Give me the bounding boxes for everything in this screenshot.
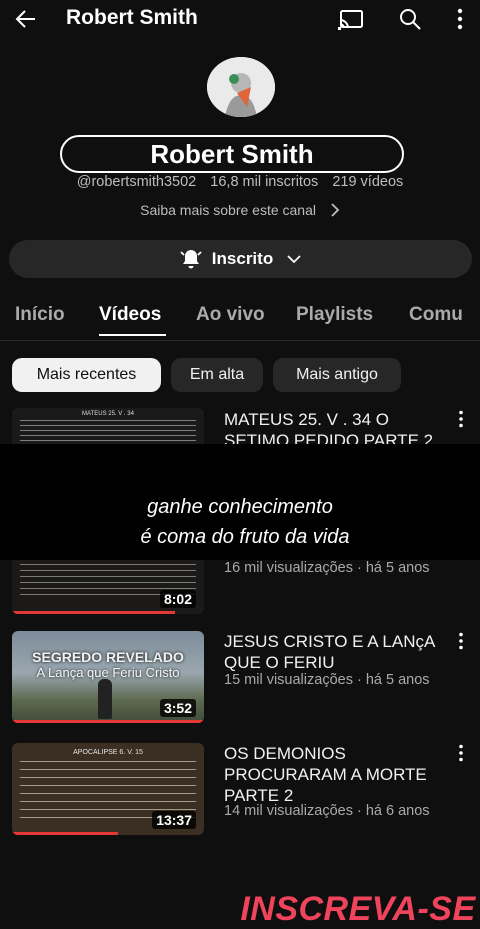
subscribe-overlay-banner: INSCREVA-SE ganhe conhecimento é coma do… [0, 444, 480, 928]
chip-mais-recentes[interactable]: Mais recentes [12, 358, 161, 392]
video-duration: 13:37 [152, 811, 196, 829]
video-meta: 14 mil visualizações · há 6 anos [224, 803, 430, 819]
subscribed-button[interactable]: Inscrito [9, 240, 472, 278]
video-thumbnail[interactable]: 8:02 [12, 556, 204, 614]
video-duration: 8:02 [159, 590, 196, 608]
chip-em-alta[interactable]: Em alta [171, 358, 263, 392]
search-icon[interactable] [396, 5, 424, 33]
video-menu-icon[interactable] [458, 744, 472, 764]
channel-tabs: Início Vídeos Ao vivo Playlists Comu [0, 300, 480, 340]
cast-icon[interactable] [337, 6, 365, 34]
video-meta: 16 mil visualizações · há 5 anos [224, 560, 430, 576]
video-menu-icon[interactable] [458, 410, 472, 430]
overlay-line-1: ganhe conhecimento [147, 496, 333, 518]
tabs-divider [0, 340, 480, 341]
watch-progress-bar [12, 832, 118, 835]
video-thumbnail[interactable]: APOCALIPSE 6. V. 15 13:37 [12, 743, 204, 835]
chip-mais-antigo[interactable]: Mais antigo [273, 358, 401, 392]
more-vert-icon[interactable] [446, 5, 474, 33]
thumbnail-caption: MATEUS 25. V . 34 [82, 411, 134, 417]
tab-comunidade[interactable]: Comu [409, 304, 463, 326]
video-item[interactable]: SEGREDO REVELADO A Lança que Feriu Crist… [0, 628, 480, 728]
thumbnail-caption: APOCALIPSE 6. V. 15 [73, 749, 143, 756]
tab-inicio[interactable]: Início [15, 304, 65, 326]
watch-progress-bar [12, 611, 176, 614]
about-channel-link[interactable]: Saiba mais sobre este canal [0, 202, 480, 220]
active-tab-indicator [99, 334, 166, 336]
thumbnail-caption: SEGREDO REVELADO [32, 649, 184, 665]
thumbnail-subcaption: A Lança que Feriu Cristo [36, 665, 180, 680]
subscribed-label: Inscrito [211, 249, 274, 268]
video-thumbnail[interactable]: MATEUS 25. V . 34 [12, 408, 204, 448]
chevron-down-icon [287, 254, 301, 264]
video-title[interactable]: OS DEMONIOS PROCURARAM A MORTE PARTE 2 [224, 743, 454, 806]
video-menu-icon[interactable] [458, 632, 472, 652]
subscriber-count: 16,8 mil inscritos [210, 174, 319, 190]
video-duration: 3:52 [159, 699, 196, 717]
page-title: Robert Smith [66, 6, 198, 29]
back-arrow-icon[interactable] [12, 5, 40, 33]
overlay-cta: INSCREVA-SE [240, 890, 476, 928]
video-thumbnail[interactable]: SEGREDO REVELADO A Lança que Feriu Crist… [12, 631, 204, 723]
about-channel-label: Saiba mais sobre este canal [140, 202, 316, 218]
video-item[interactable]: APOCALIPSE 6. V. 15 13:37 OS DEMONIOS PR… [0, 740, 480, 840]
channel-handle: @robertsmith3502 [76, 174, 197, 190]
video-meta: 15 mil visualizações · há 5 anos [224, 672, 430, 688]
chevron-right-icon [330, 203, 340, 220]
watch-progress-bar [12, 720, 204, 723]
overlay-line-2: é coma do fruto da vida [140, 526, 350, 548]
channel-name: Robert Smith [60, 135, 404, 173]
video-title[interactable]: JESUS CRISTO E A LANçA QUE O FERIU [224, 631, 454, 673]
top-bar: Robert Smith [0, 0, 480, 40]
tab-videos[interactable]: Vídeos [99, 304, 161, 326]
channel-meta: @robertsmith3502 16,8 mil inscritos 219 … [0, 174, 480, 190]
channel-avatar [207, 57, 275, 117]
thumbnail-text-lines [20, 420, 196, 444]
tab-ao-vivo[interactable]: Ao vivo [196, 304, 265, 326]
figure-silhouette [98, 679, 112, 719]
bell-icon [180, 248, 202, 270]
video-count: 219 vídeos [332, 174, 404, 190]
tab-playlists[interactable]: Playlists [296, 304, 373, 326]
